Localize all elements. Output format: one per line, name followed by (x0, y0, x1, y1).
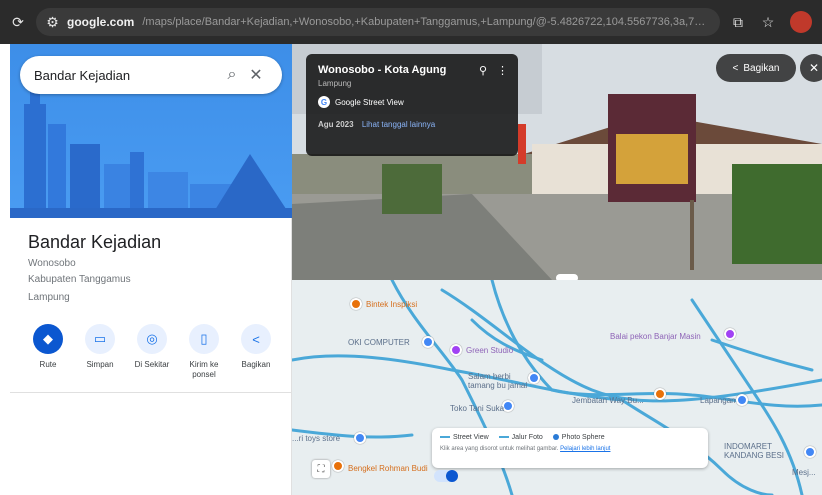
cast-icon[interactable]: ⧉ (730, 14, 746, 31)
bookmark-icon: ▭ (85, 324, 115, 354)
more-options-icon[interactable]: ⋮ (497, 64, 508, 77)
map-label[interactable]: Lapangan (700, 396, 736, 405)
map-label[interactable]: Toko Tani Suka (450, 404, 504, 413)
share-button[interactable]: < Bagikan (232, 324, 280, 379)
map-label[interactable]: Green Studio (466, 346, 513, 355)
learn-more-link[interactable]: Pelajari lebih lanjut (560, 446, 610, 452)
sv-date-row: Agu 2023 Lihat tanggal lainnya (318, 120, 506, 129)
map-label[interactable]: Bintek Inspiksi (366, 300, 417, 309)
legend-photo-path: Jalur Foto (498, 434, 543, 441)
place-regency: Kabupaten Tanggamus (28, 274, 131, 285)
poi-marker[interactable] (422, 336, 434, 348)
sv-title: Wonosobo - Kota Agung (318, 64, 447, 76)
sv-date: Agu 2023 (318, 120, 354, 129)
nearby-button[interactable]: ◎ Di Sekitar (128, 324, 176, 379)
bookmark-star-icon[interactable]: ☆ (760, 14, 776, 31)
poi-marker[interactable] (804, 446, 816, 458)
poi-marker[interactable] (350, 298, 362, 310)
search-input-value: Bandar Kejadian (34, 67, 131, 83)
map-label[interactable]: OKI COMPUTER (348, 338, 410, 347)
close-street-view-icon[interactable]: ✕ (800, 54, 822, 82)
legend-photo-sphere: Photo Sphere (552, 434, 605, 441)
url-path: /maps/place/Bandar+Kejadian,+Wonosobo,+K… (142, 16, 710, 28)
share-label: Bagikan (241, 360, 271, 369)
sv-source: G Google Street View (318, 96, 506, 108)
place-hero-image: Bandar Kejadian ⌕ ✕ (10, 44, 292, 218)
profile-avatar[interactable] (790, 11, 812, 33)
sv-card-actions: ⚲ ⋮ (479, 64, 508, 77)
search-input[interactable]: Bandar Kejadian ⌕ ✕ (20, 56, 282, 94)
map-label[interactable]: Salam berbi tamang bu jamal (468, 372, 528, 390)
directions-button[interactable]: ◆ Rute (24, 324, 72, 379)
street-view-info-card: Wonosobo - Kota Agung Lampung G Google S… (306, 54, 518, 156)
nearby-label: Di Sekitar (134, 360, 170, 369)
search-icon[interactable]: ⌕ (220, 66, 244, 84)
poi-marker[interactable] (654, 388, 666, 400)
map-label[interactable]: INDOMARET KANDANG BESI (724, 442, 804, 460)
sv-subtitle: Lampung (318, 79, 352, 88)
directions-icon: ◆ (33, 324, 63, 354)
close-icon[interactable]: ✕ (244, 65, 268, 85)
send-to-phone-button[interactable]: ▯ Kirim ke ponsel (180, 324, 228, 379)
map-label[interactable]: Mesj... (792, 468, 816, 477)
street-view-pane[interactable]: Wonosobo - Kota Agung Lampung G Google S… (292, 44, 822, 280)
map-label[interactable]: Bengkel Rohman Budi (348, 464, 428, 473)
place-village: Wonosobo (28, 258, 76, 269)
directions-label: Rute (39, 360, 57, 369)
poi-marker[interactable] (528, 372, 540, 384)
browser-toolbar: ⟳ ⚙ google.com /maps/place/Bandar+Kejadi… (0, 0, 822, 44)
place-actions: ◆ Rute ▭ Simpan ◎ Di Sekitar ▯ Kirim ke … (24, 324, 280, 379)
share-icon: < (732, 62, 739, 74)
sv-share-button[interactable]: < Bagikan (716, 54, 796, 82)
send-to-phone-label: Kirim ke ponsel (189, 360, 219, 379)
place-province: Lampung (28, 292, 70, 303)
address-bar[interactable]: ⚙ google.com /maps/place/Bandar+Kejadian… (36, 8, 720, 36)
google-logo-icon: G (318, 96, 330, 108)
sv-source-label: Google Street View (335, 97, 404, 107)
url-domain: google.com (67, 15, 135, 29)
legend-hint: Klik area yang disorot untuk melihat gam… (440, 446, 611, 452)
save-button[interactable]: ▭ Simpan (76, 324, 124, 379)
map-label[interactable]: ...ri toys store (292, 434, 340, 443)
phone-icon: ▯ (189, 324, 219, 354)
poi-marker[interactable] (724, 328, 736, 340)
legend-street-view: Street View (440, 434, 489, 441)
fullscreen-icon[interactable]: ⛶ (312, 460, 330, 478)
toggle-knob (446, 470, 458, 482)
legend-items: Street View Jalur Foto Photo Sphere (440, 434, 700, 441)
reload-icon[interactable]: ⟳ (10, 14, 26, 31)
nearby-icon: ◎ (137, 324, 167, 354)
sv-share-label: Bagikan (743, 62, 780, 74)
poi-marker[interactable] (450, 344, 462, 356)
place-title: Bandar Kejadian (28, 232, 162, 252)
map-label[interactable]: Balai pekon Banjar Masin (610, 332, 701, 341)
poi-marker[interactable] (736, 394, 748, 406)
street-view-layer-toggle[interactable] (434, 470, 458, 482)
map-pane[interactable]: Bintek Inspiksi OKI COMPUTER Green Studi… (292, 280, 822, 495)
map-label[interactable]: Jembatan Way Bu... (572, 396, 644, 405)
sv-date-link[interactable]: Lihat tanggal lainnya (362, 120, 435, 129)
location-pin-icon[interactable]: ⚲ (479, 64, 487, 77)
poi-marker[interactable] (354, 432, 366, 444)
share-icon: < (241, 324, 271, 354)
site-info-icon[interactable]: ⚙ (46, 14, 59, 31)
save-label: Simpan (86, 360, 114, 369)
panel-divider (10, 392, 292, 393)
place-panel: Bandar Kejadian ⌕ ✕ Bandar Kejadian Wono… (10, 44, 292, 495)
poi-marker[interactable] (332, 460, 344, 472)
street-view-legend: Street View Jalur Foto Photo Sphere Klik… (432, 428, 708, 468)
